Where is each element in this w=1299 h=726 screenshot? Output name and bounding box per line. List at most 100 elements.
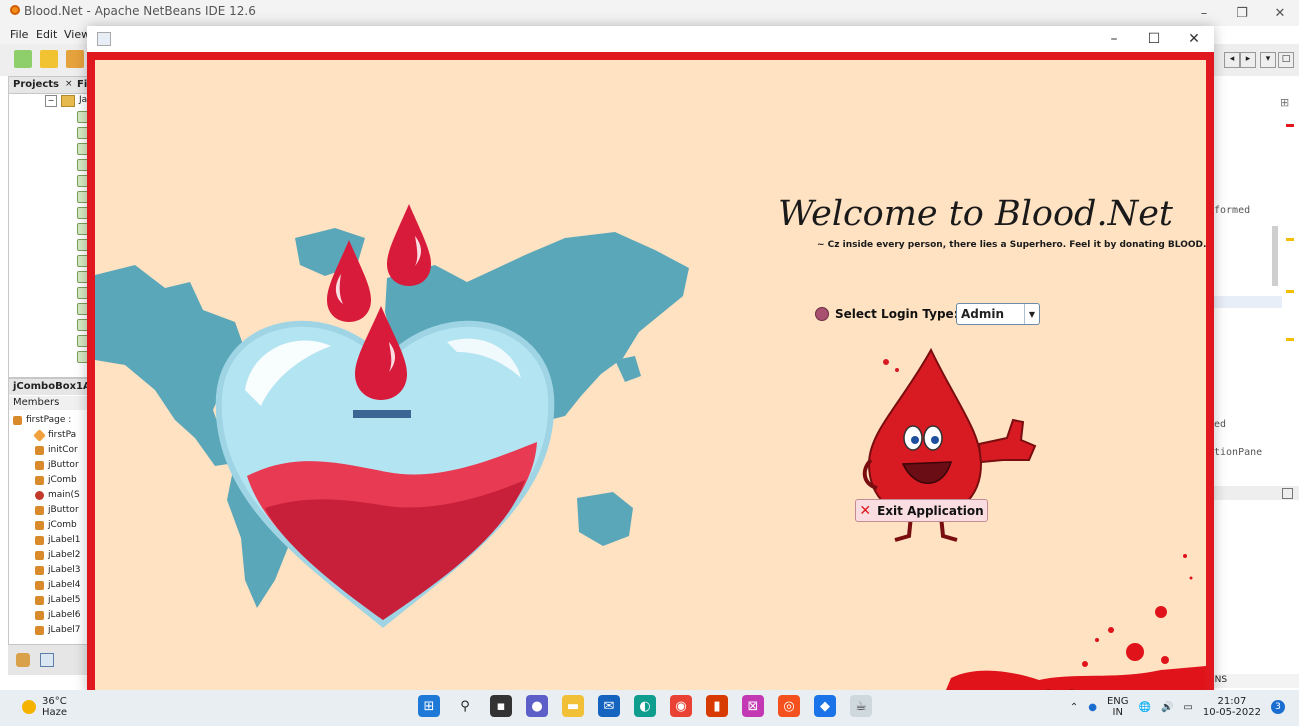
- warning-marker-icon[interactable]: [1286, 238, 1294, 241]
- netbeans-logo-icon: [10, 5, 20, 15]
- new-project-icon[interactable]: [40, 50, 58, 68]
- volume-icon[interactable]: 🔊: [1161, 702, 1173, 713]
- close-icon: ✕: [859, 502, 872, 519]
- current-line-highlight: [1210, 296, 1282, 308]
- tab-right-icon[interactable]: ▸: [1240, 52, 1256, 68]
- login-type-select[interactable]: Admin ▼: [956, 303, 1040, 325]
- bluetooth-icon[interactable]: ●: [1088, 702, 1097, 713]
- sort-icon[interactable]: [40, 653, 54, 667]
- ide-restore-button[interactable]: ❐: [1223, 0, 1261, 26]
- minimize-panel-icon[interactable]: [1282, 488, 1293, 499]
- field-icon: [35, 595, 44, 605]
- member-row[interactable]: jLabel6: [35, 610, 81, 620]
- member-row[interactable]: jComb: [35, 475, 77, 485]
- member-row[interactable]: jLabel4: [35, 580, 81, 590]
- new-file-icon[interactable]: [14, 50, 32, 68]
- warning-marker-icon[interactable]: [1286, 338, 1294, 341]
- error-marker-icon[interactable]: [1286, 124, 1294, 127]
- field-icon: [35, 535, 44, 545]
- clock-time: 21:07: [1217, 696, 1247, 707]
- tree-root-label[interactable]: Ja: [79, 95, 87, 105]
- app-maximize-button[interactable]: ☐: [1134, 26, 1174, 52]
- field-icon: [35, 550, 44, 560]
- chrome-alt-icon[interactable]: ◎: [778, 695, 800, 717]
- member-row[interactable]: firstPage :: [13, 415, 71, 425]
- island-shape: [615, 356, 641, 382]
- code-fragment: formed: [1214, 205, 1251, 216]
- tab-left-icon[interactable]: ◂: [1224, 52, 1240, 68]
- weather-widget[interactable]: 36°C Haze: [22, 696, 67, 718]
- blood-splatter-icon: [944, 554, 1206, 694]
- open-project-icon[interactable]: [66, 50, 84, 68]
- member-label: jButtor: [48, 505, 79, 515]
- taskbar: 36°C Haze ⊞ ⚲ ▪ ● ▬ ✉ ◐ ◉ ▮ ⊠ ◎ ◆ ☕ ⌃ ● …: [0, 690, 1299, 726]
- notification-badge[interactable]: 3: [1271, 700, 1285, 714]
- member-row[interactable]: jLabel2: [35, 550, 81, 560]
- field-icon: [35, 505, 44, 515]
- language-indicator[interactable]: ENG IN: [1107, 696, 1129, 718]
- tagline: ~ Cz inside every person, there lies a S…: [817, 240, 1214, 250]
- warning-marker-icon[interactable]: [1286, 290, 1294, 293]
- member-label: firstPage :: [26, 415, 72, 425]
- field-icon: [35, 610, 44, 620]
- task-view-icon[interactable]: ▪: [490, 695, 512, 717]
- menu-file[interactable]: File: [10, 28, 28, 41]
- exit-application-button[interactable]: ✕ Exit Application: [855, 499, 988, 522]
- split-editor-icon[interactable]: ⊞: [1280, 96, 1289, 109]
- sun-icon: [22, 700, 36, 714]
- member-row[interactable]: jLabel1: [35, 535, 81, 545]
- chevron-down-icon[interactable]: ▼: [1024, 304, 1039, 324]
- insert-mode-indicator: INS: [1212, 675, 1228, 685]
- navigator-toolbar: [8, 645, 92, 675]
- tree-collapse-icon[interactable]: −: [45, 95, 57, 107]
- mascot-pupil: [911, 436, 919, 444]
- edge-browser-icon[interactable]: ◐: [634, 695, 656, 717]
- maximize-editor-icon[interactable]: □: [1278, 52, 1294, 68]
- filter-icon[interactable]: [16, 653, 30, 667]
- office-icon[interactable]: ▮: [706, 695, 728, 717]
- member-row[interactable]: initCor: [35, 445, 78, 455]
- login-type-label: Select Login Type:: [815, 307, 959, 321]
- app-minimize-button[interactable]: –: [1094, 26, 1134, 52]
- app-icon[interactable]: ⊠: [742, 695, 764, 717]
- member-row[interactable]: jComb: [35, 520, 77, 530]
- member-row[interactable]: jLabel5: [35, 595, 81, 605]
- code-fragment: tionPane: [1214, 447, 1263, 458]
- ide-close-button[interactable]: ✕: [1261, 0, 1299, 26]
- file-explorer-icon[interactable]: ▬: [562, 695, 584, 717]
- java-taskbar-icon[interactable]: ☕: [850, 695, 872, 717]
- chevron-up-icon[interactable]: ⌃: [1070, 702, 1078, 713]
- tab-projects[interactable]: Projects: [13, 79, 59, 90]
- member-row[interactable]: jButtor: [35, 460, 79, 470]
- member-label: jLabel7: [48, 625, 81, 635]
- chrome-icon[interactable]: ◉: [670, 695, 692, 717]
- netbeans-taskbar-icon[interactable]: ◆: [814, 695, 836, 717]
- network-icon[interactable]: 🌐: [1139, 702, 1151, 713]
- java-app-icon: [97, 32, 111, 46]
- member-row[interactable]: main(S: [35, 490, 80, 500]
- battery-icon[interactable]: ▭: [1183, 702, 1192, 713]
- close-tab-icon[interactable]: ×: [65, 79, 73, 89]
- tab-list-icon[interactable]: ▾: [1260, 52, 1276, 68]
- start-icon[interactable]: ⊞: [418, 695, 440, 717]
- app-close-button[interactable]: ✕: [1174, 26, 1214, 52]
- australia-shape: [577, 492, 633, 546]
- exit-button-label: Exit Application: [877, 503, 984, 518]
- teams-chat-icon[interactable]: ●: [526, 695, 548, 717]
- editor-scrollbar-thumb[interactable]: [1272, 226, 1278, 286]
- member-row[interactable]: jLabel3: [35, 565, 81, 575]
- clock[interactable]: 21:07 10-05-2022: [1203, 696, 1261, 718]
- search-icon[interactable]: ⚲: [454, 695, 476, 717]
- login-type-value: Admin: [961, 307, 1005, 321]
- ide-window-controls: – ❐ ✕: [1185, 0, 1299, 26]
- mail-icon[interactable]: ✉: [598, 695, 620, 717]
- member-row[interactable]: jLabel7: [35, 625, 81, 635]
- ide-minimize-button[interactable]: –: [1185, 0, 1223, 26]
- member-row[interactable]: firstPa: [33, 428, 76, 442]
- splatter-dot: [1155, 606, 1167, 618]
- taskbar-apps: ⊞ ⚲ ▪ ● ▬ ✉ ◐ ◉ ▮ ⊠ ◎ ◆ ☕: [418, 695, 872, 717]
- member-row[interactable]: jButtor: [35, 505, 79, 515]
- member-label: jLabel5: [48, 595, 81, 605]
- method-icon: [35, 460, 44, 470]
- menu-edit[interactable]: Edit: [36, 28, 57, 41]
